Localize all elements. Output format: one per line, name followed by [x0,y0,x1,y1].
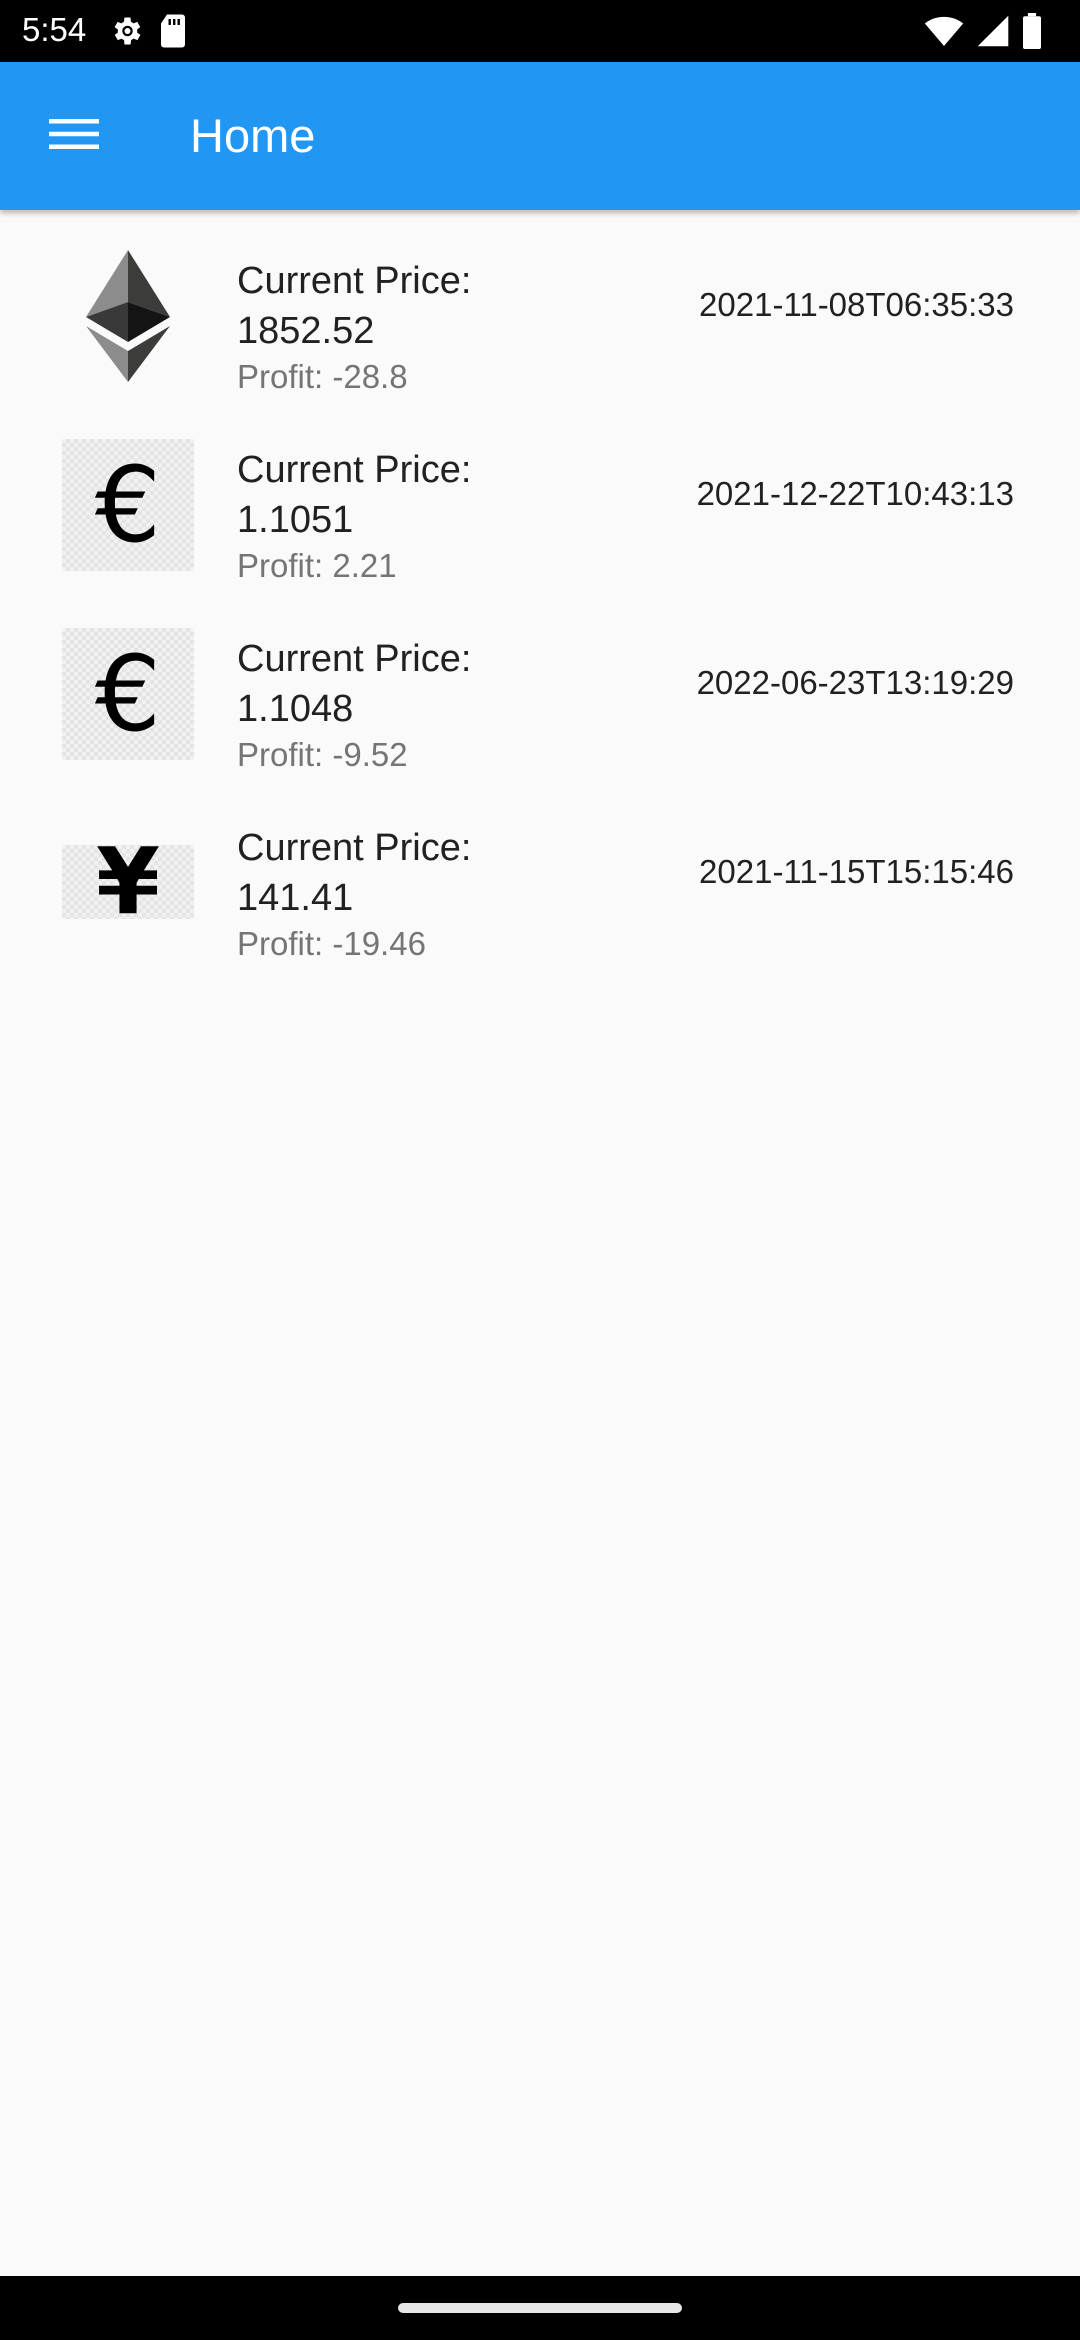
price-value: 1.1048 [237,688,354,730]
ethereum-icon [62,250,194,382]
profit-text: Profit: 2.21 [237,547,397,584]
euro-glyph: € [94,633,162,755]
item-text: Current Price: 1.1051 Profit: 2.21 [237,445,537,587]
profit-text: Profit: -28.8 [237,358,408,395]
euro-glyph: € [94,444,162,566]
price-label: Current Price: [237,827,472,869]
signal-icon [976,14,1010,53]
navigation-bar [0,2276,1080,2340]
list-item[interactable]: Current Price: 1852.52 Profit: -28.8 202… [0,210,1080,399]
euro-icon: € [62,439,194,571]
price-label: Current Price: [237,260,472,302]
status-bar: 5:54 [0,0,1080,62]
price-value: 1.1051 [237,499,354,541]
profit-text: Profit: -9.52 [237,736,408,773]
item-date: 2021-12-22T10:43:13 [696,474,1014,512]
hamburger-menu-icon [49,116,99,157]
price-value: 1852.52 [237,310,375,352]
price-label: Current Price: [237,449,472,491]
list-item[interactable]: € Current Price: 1.1048 Profit: -9.52 20… [0,588,1080,777]
battery-icon [1022,13,1042,54]
yen-icon: ¥ [62,836,194,928]
wifi-icon [924,14,964,53]
status-time: 5:54 [22,11,87,48]
sd-card-icon [158,13,188,54]
profit-text: Profit: -19.46 [237,925,426,962]
item-date: 2021-11-15T15:15:46 [699,852,1014,890]
status-left-icons [108,13,188,54]
item-text: Current Price: 1.1048 Profit: -9.52 [237,634,537,776]
currency-list: Current Price: 1852.52 Profit: -28.8 202… [0,210,1080,966]
yen-glyph: ¥ [95,828,160,935]
item-date: 2021-11-08T06:35:33 [699,285,1014,323]
list-item[interactable]: ¥ Current Price: 141.41 Profit: -19.46 2… [0,777,1080,966]
app-bar: Home [0,62,1080,210]
settings-icon [108,13,144,54]
page-title: Home [190,109,316,162]
status-right-icons [924,13,1042,54]
euro-icon: € [62,628,194,760]
item-text: Current Price: 141.41 Profit: -19.46 [237,823,537,965]
home-gesture-handle[interactable] [398,2303,682,2313]
price-label: Current Price: [237,638,472,680]
price-value: 141.41 [237,877,354,919]
item-date: 2022-06-23T13:19:29 [696,663,1014,701]
list-item[interactable]: € Current Price: 1.1051 Profit: 2.21 202… [0,399,1080,588]
item-text: Current Price: 1852.52 Profit: -28.8 [237,256,537,398]
menu-button[interactable] [38,104,110,168]
